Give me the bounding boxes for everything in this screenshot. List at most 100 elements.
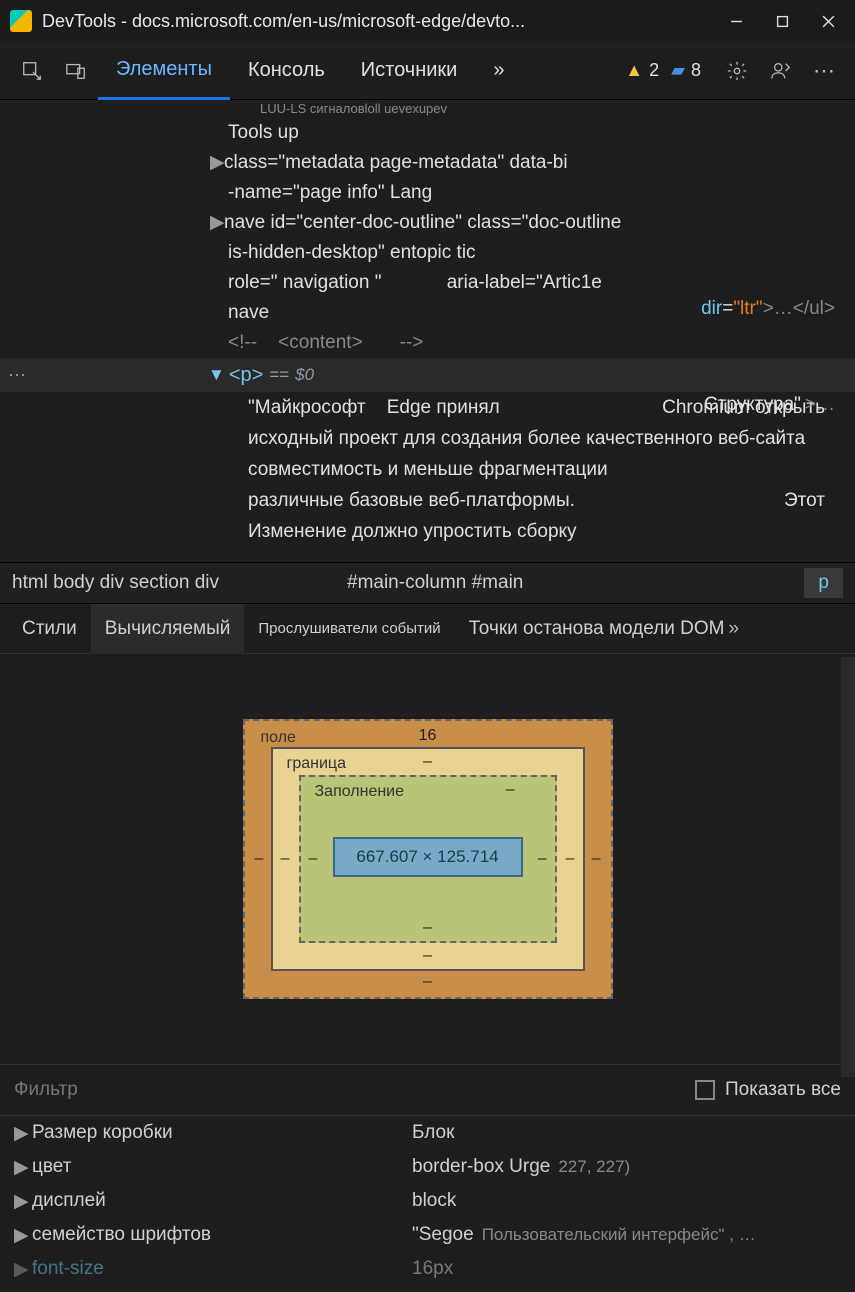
- info-count: 8: [691, 60, 701, 81]
- dom-text: class="metadata page-metadata" data-bi: [224, 152, 568, 173]
- dom-text-node[interactable]: Изменение должно упростить сборку: [0, 516, 855, 547]
- subtab-dom-breakpoints[interactable]: Точки останова модели DOM»: [455, 604, 753, 654]
- window-titlebar: DevTools - docs.microsoft.com/en-us/micr…: [0, 0, 855, 42]
- dom-text: role=" navigation ": [228, 272, 381, 293]
- prop-value: Блок: [412, 1122, 454, 1144]
- expand-icon[interactable]: ▶: [14, 1190, 32, 1213]
- margin-left-value[interactable]: –: [255, 850, 264, 868]
- border-left-value[interactable]: –: [281, 850, 290, 868]
- prop-key: цвет: [32, 1156, 412, 1178]
- styles-subtabs: Стили Вычисляемый Прослушиватели событий…: [0, 604, 855, 654]
- chevron-right-icon: »: [729, 618, 740, 640]
- margin-top-value[interactable]: 16: [419, 727, 437, 745]
- border-label: граница: [287, 755, 346, 773]
- maximize-button[interactable]: [759, 0, 805, 42]
- prop-key: дисплей: [32, 1190, 412, 1212]
- expand-icon[interactable]: ▼: [208, 365, 225, 385]
- dom-line[interactable]: role=" navigation " aria-label="Artic1e: [0, 268, 855, 298]
- prop-row[interactable]: ▶ Размер коробки Блок: [0, 1116, 855, 1150]
- device-toggle-icon[interactable]: [54, 49, 98, 93]
- vertical-scrollbar[interactable]: [841, 657, 855, 1077]
- equals-label: ==: [269, 365, 289, 385]
- dom-text: nave id="center-doc-outline" class="doc-…: [224, 212, 621, 233]
- prop-row[interactable]: ▶ семейство шрифтов "Segoe Пользовательс…: [0, 1218, 855, 1252]
- padding-left-value[interactable]: –: [309, 850, 318, 868]
- dom-line-comment[interactable]: <!-- <content> -->: [0, 328, 855, 358]
- tabs-overflow[interactable]: »: [475, 42, 522, 100]
- show-all-label: Показать все: [725, 1079, 841, 1101]
- prop-row[interactable]: ▶ дисплей block: [0, 1184, 855, 1218]
- minimize-button[interactable]: [713, 0, 759, 42]
- prop-value: block: [412, 1190, 456, 1212]
- dom-line[interactable]: LUU-LS сигналовloll uevexupev: [0, 100, 855, 118]
- warning-count: 2: [649, 60, 659, 81]
- dom-line[interactable]: -name="page info" Lang: [0, 178, 855, 208]
- window-title: DevTools - docs.microsoft.com/en-us/micr…: [42, 11, 713, 32]
- prop-key: font-size: [32, 1258, 412, 1280]
- dom-text-node[interactable]: исходный проект для создания более качес…: [0, 423, 855, 454]
- breadcrumb-selectors[interactable]: #main-column #main: [347, 572, 523, 594]
- dom-text-node[interactable]: совместимость и меньше фрагментации: [0, 454, 855, 485]
- expand-icon[interactable]: ▶: [14, 1156, 32, 1179]
- breadcrumb-current[interactable]: p: [804, 568, 843, 598]
- warning-icon: ▲: [625, 60, 643, 81]
- boxmodel-diagram: поле 16 – – – граница – – – – Заполнение…: [0, 654, 855, 1064]
- border-bottom-value[interactable]: –: [423, 947, 432, 965]
- padding-bottom-value[interactable]: –: [423, 919, 432, 937]
- dom-line[interactable]: ▶nave id="center-doc-outline" class="doc…: [0, 208, 855, 238]
- settings-icon[interactable]: [715, 49, 759, 93]
- prop-key: семейство шрифтов: [32, 1224, 412, 1246]
- show-all-checkbox[interactable]: [695, 1080, 715, 1100]
- dom-breadcrumb[interactable]: html body div section div #main-column #…: [0, 562, 855, 604]
- expand-icon[interactable]: ▶: [14, 1122, 32, 1145]
- prop-value: "Segoe: [412, 1224, 474, 1246]
- prop-rendered: 227, 227): [558, 1157, 630, 1177]
- prop-value: 16px: [412, 1258, 453, 1280]
- border-right-value[interactable]: –: [566, 850, 575, 868]
- dom-text-node[interactable]: различные базовые веб-платформы.Этот: [0, 485, 855, 516]
- app-icon: [10, 10, 32, 32]
- expand-icon[interactable]: ▶: [14, 1258, 32, 1281]
- margin-bottom-value[interactable]: –: [423, 973, 432, 991]
- console-var: $0: [295, 365, 314, 385]
- padding-right-value[interactable]: –: [538, 850, 547, 868]
- selected-tag: <p>: [229, 364, 263, 387]
- filter-input[interactable]: [14, 1079, 695, 1101]
- subtab-listeners[interactable]: Прослушиватели событий: [244, 604, 454, 654]
- boxmodel-content[interactable]: 667.607 × 125.714: [333, 837, 523, 877]
- padding-label: Заполнение: [315, 783, 405, 801]
- tab-sources[interactable]: Источники: [343, 42, 476, 100]
- breadcrumb-path[interactable]: html body div section div: [12, 572, 219, 594]
- computed-properties: ▶ Размер коробки Блок ▶ цвет border-box …: [0, 1116, 855, 1286]
- tab-console[interactable]: Консоль: [230, 42, 343, 100]
- info-icon: ▰: [671, 60, 685, 81]
- dom-line[interactable]: is-hidden-desktop" entopic tic: [0, 238, 855, 268]
- close-button[interactable]: [805, 0, 851, 42]
- dom-selected-node[interactable]: ⋯ ▼ <p> == $0: [0, 358, 855, 392]
- expand-icon[interactable]: ▶: [14, 1224, 32, 1247]
- dom-text: aria-label="Artic1e: [447, 272, 602, 293]
- subtab-styles[interactable]: Стили: [8, 604, 91, 654]
- dom-line[interactable]: Tools up: [0, 118, 855, 148]
- tab-elements[interactable]: Элементы: [98, 42, 230, 100]
- padding-top-value[interactable]: –: [506, 781, 515, 799]
- filter-row: Показать все: [0, 1064, 855, 1116]
- ellipsis-icon[interactable]: ⋯: [8, 365, 26, 386]
- main-toolbar: Элементы Консоль Источники » ▲ 2 ▰ 8 ⋯: [0, 42, 855, 100]
- prop-value: border-box Urge: [412, 1156, 550, 1178]
- more-menu-icon[interactable]: ⋯: [803, 58, 845, 84]
- inspect-icon[interactable]: [10, 49, 54, 93]
- prop-rendered: Пользовательский интерфейс" , …: [482, 1225, 756, 1245]
- elements-panel: LUU-LS сигналовloll uevexupev Tools up ▶…: [0, 100, 855, 562]
- prop-row[interactable]: ▶ font-size 16px: [0, 1252, 855, 1286]
- dom-line[interactable]: ▶class="metadata page-metadata" data-bi: [0, 148, 855, 178]
- subtab-label: Точки останова модели DOM: [469, 618, 725, 640]
- issue-badges[interactable]: ▲ 2 ▰ 8: [625, 60, 707, 81]
- subtab-computed[interactable]: Вычисляемый: [91, 604, 245, 654]
- border-top-value[interactable]: –: [423, 753, 432, 771]
- dom-attr-fragment: dir="ltr">…</ul>: [701, 298, 835, 320]
- prop-key: Размер коробки: [32, 1122, 412, 1144]
- prop-row[interactable]: ▶ цвет border-box Urge 227, 227): [0, 1150, 855, 1184]
- feedback-icon[interactable]: [759, 49, 803, 93]
- margin-right-value[interactable]: –: [592, 850, 601, 868]
